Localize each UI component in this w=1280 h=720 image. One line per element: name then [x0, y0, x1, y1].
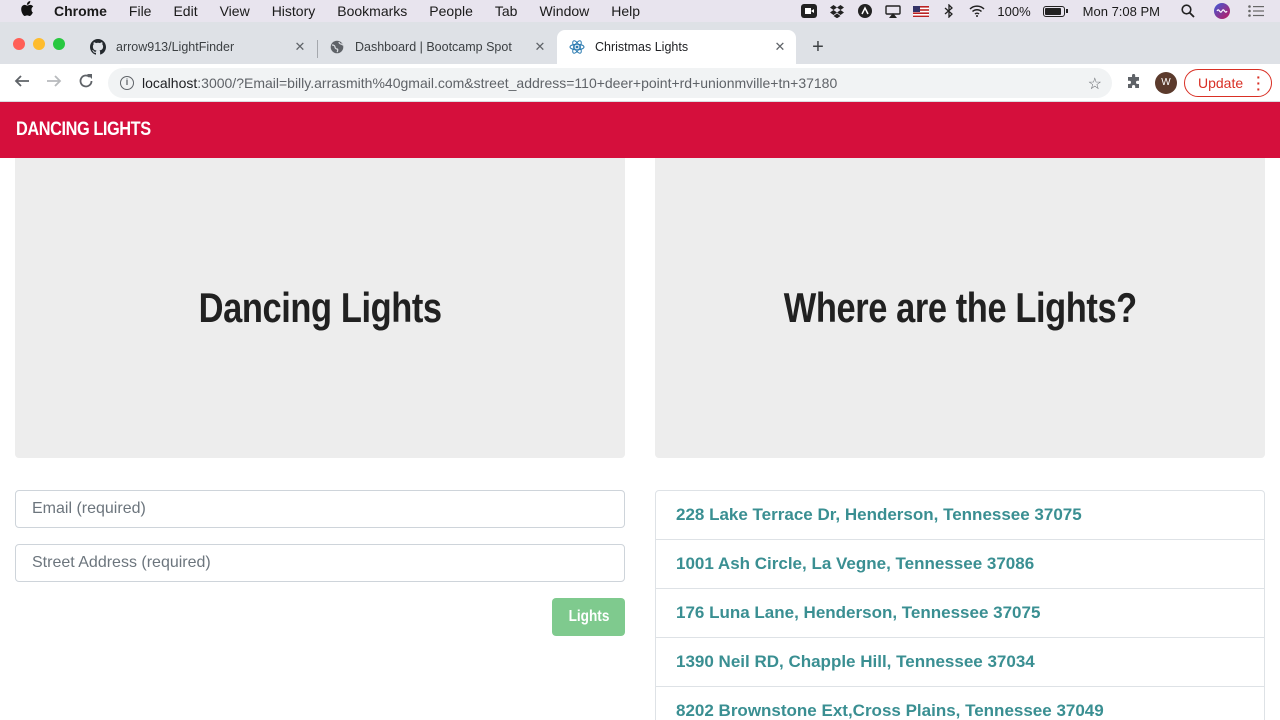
address-list: 228 Lake Terrace Dr, Henderson, Tennesse… [655, 490, 1265, 720]
navbar-brand[interactable]: DANCING LIGHTS [16, 119, 151, 141]
list-item: 8202 Brownstone Ext,Cross Plains, Tennes… [656, 686, 1264, 720]
list-item: 228 Lake Terrace Dr, Henderson, Tennesse… [656, 491, 1264, 539]
where-lights-jumbotron: Where are the Lights? [655, 158, 1265, 458]
address-link[interactable]: 1001 Ash Circle, La Vegne, Tennessee 370… [676, 554, 1034, 574]
site-info-icon[interactable]: i [120, 76, 134, 90]
globe-icon [329, 39, 345, 55]
browser-tab-strip: arrow913/LightFinder ✕ Dashboard | Bootc… [0, 22, 1280, 64]
tab-bootcamp-spot[interactable]: Dashboard | Bootcamp Spot ✕ [317, 30, 556, 64]
url-path: :3000/?Email=billy.arrasmith%40gmail.com… [197, 75, 838, 91]
menu-tab[interactable]: Tab [495, 3, 518, 19]
tab-lightfinder[interactable]: arrow913/LightFinder ✕ [78, 30, 316, 64]
tab-title: Dashboard | Bootcamp Spot [355, 40, 512, 54]
window-controls [13, 38, 73, 50]
email-field[interactable] [15, 490, 625, 528]
menu-file[interactable]: File [129, 3, 152, 19]
github-icon [90, 39, 106, 55]
battery-percent: 100% [997, 3, 1031, 19]
url-host: localhost [142, 75, 198, 91]
dancing-lights-jumbotron: Dancing Lights [15, 158, 625, 458]
profile-avatar[interactable]: W [1155, 72, 1177, 94]
video-camera-icon[interactable] [801, 4, 818, 18]
bluetooth-icon[interactable] [941, 4, 957, 18]
menu-history[interactable]: History [272, 3, 316, 19]
us-flag-icon[interactable] [913, 4, 930, 18]
tab-title: Christmas Lights [595, 40, 689, 54]
lights-submit-button[interactable]: Lights [552, 598, 625, 636]
battery-icon[interactable] [1042, 5, 1068, 17]
apple-icon[interactable] [20, 0, 36, 22]
bookmark-star-icon[interactable]: ☆ [1088, 74, 1102, 94]
list-item: 1390 Neil RD, Chapple Hill, Tennessee 37… [656, 637, 1264, 686]
tab-christmas-lights[interactable]: Christmas Lights ✕ [557, 30, 796, 64]
close-tab-icon[interactable]: ✕ [532, 39, 548, 55]
back-button[interactable] [12, 73, 32, 93]
close-window-button[interactable] [13, 38, 25, 50]
menu-help[interactable]: Help [611, 3, 640, 19]
address-link[interactable]: 8202 Brownstone Ext,Cross Plains, Tennes… [676, 701, 1104, 720]
address-bar-url[interactable]: localhost:3000/?Email=billy.arrasmith%40… [142, 75, 837, 91]
extensions-puzzle-icon[interactable] [1126, 73, 1142, 90]
reload-button[interactable] [76, 73, 96, 93]
right-heading: Where are the Lights? [783, 284, 1137, 331]
forward-button[interactable] [44, 73, 64, 93]
lights-button-label: Lights [568, 608, 609, 625]
address-link[interactable]: 1390 Neil RD, Chapple Hill, Tennessee 37… [676, 652, 1035, 672]
street-address-field[interactable] [15, 544, 625, 582]
close-tab-icon[interactable]: ✕ [292, 39, 308, 55]
menu-bookmarks[interactable]: Bookmarks [337, 3, 407, 19]
menu-people[interactable]: People [429, 3, 473, 19]
react-icon [569, 39, 585, 55]
address-bar[interactable]: i localhost:3000/?Email=billy.arrasmith%… [108, 68, 1112, 98]
macos-menu-bar: Chrome File Edit View History Bookmarks … [0, 0, 1280, 22]
menu-app-name[interactable]: Chrome [54, 3, 107, 19]
more-menu-icon[interactable]: · · · [1256, 70, 1261, 96]
airplay-icon[interactable] [885, 4, 902, 18]
menu-window[interactable]: Window [539, 3, 589, 19]
address-link[interactable]: 228 Lake Terrace Dr, Henderson, Tennesse… [676, 505, 1082, 525]
left-heading: Dancing Lights [198, 284, 442, 331]
web-page: DANCING LIGHTS Dancing Lights Where are … [0, 102, 1280, 720]
siri-icon[interactable] [1214, 3, 1230, 19]
list-item: 176 Luna Lane, Henderson, Tennessee 3707… [656, 588, 1264, 637]
update-label: Update [1198, 75, 1244, 91]
menu-view[interactable]: View [220, 3, 250, 19]
new-tab-button[interactable]: + [809, 37, 827, 57]
malwarebytes-icon[interactable] [857, 4, 873, 18]
update-chrome-button[interactable]: Update · · · [1184, 69, 1272, 97]
notification-center-icon[interactable] [1248, 4, 1264, 18]
tab-title: arrow913/LightFinder [116, 40, 235, 54]
wifi-icon[interactable] [969, 4, 985, 18]
menu-edit[interactable]: Edit [173, 3, 197, 19]
zoom-window-button[interactable] [53, 38, 65, 50]
browser-toolbar: i localhost:3000/?Email=billy.arrasmith%… [0, 64, 1280, 102]
menu-clock[interactable]: Mon 7:08 PM [1083, 4, 1160, 19]
close-tab-icon[interactable]: ✕ [772, 39, 788, 55]
app-navbar: DANCING LIGHTS [0, 102, 1280, 158]
list-item: 1001 Ash Circle, La Vegne, Tennessee 370… [656, 539, 1264, 588]
spotlight-search-icon[interactable] [1180, 4, 1196, 18]
dropbox-icon[interactable] [829, 4, 845, 18]
minimize-window-button[interactable] [33, 38, 45, 50]
address-link[interactable]: 176 Luna Lane, Henderson, Tennessee 3707… [676, 603, 1040, 623]
